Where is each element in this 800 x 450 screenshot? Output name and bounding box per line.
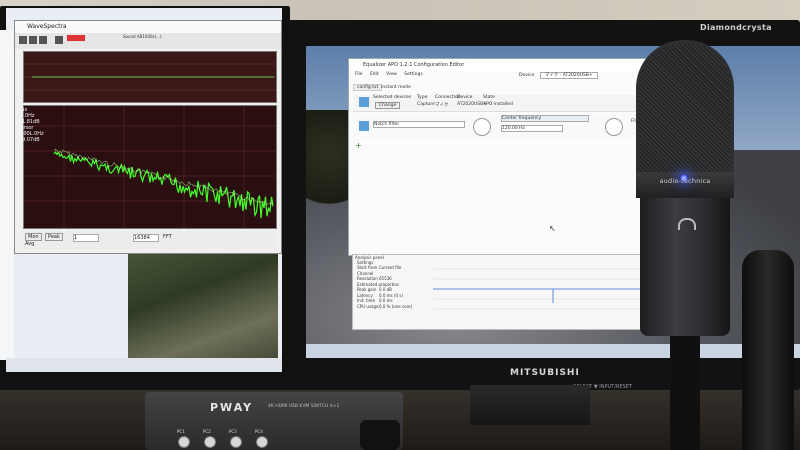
monitor-stand <box>470 385 590 425</box>
spectrum-plot <box>23 105 277 229</box>
play-icon[interactable] <box>29 36 37 44</box>
menu-file[interactable]: File <box>355 72 363 77</box>
change-button[interactable]: Change <box>375 102 401 109</box>
kvm-button-pc2[interactable] <box>204 436 216 448</box>
left-background-window <box>0 30 14 360</box>
kvm-button-pc1[interactable] <box>178 436 190 448</box>
kvm-brand: PWAY <box>210 401 254 414</box>
equalizer-apo-window[interactable]: Equalizer APO 1.2.1 Configuration Editor… <box>348 58 646 256</box>
headphone-jack-icon <box>678 218 696 230</box>
kvm-button-pc3[interactable] <box>230 436 242 448</box>
kvm-model: 4K HDMI USB KVM SWITCH 4×1 <box>268 404 340 409</box>
avg-label: Avg <box>25 241 35 247</box>
type-value: Capture <box>417 102 435 107</box>
max-cursor-readout: Max 21.0Hz -81.81dB Cursor 1000L.0Hz -99… <box>17 107 47 147</box>
kvm-button-pc4[interactable] <box>256 436 268 448</box>
device-icon <box>359 97 369 107</box>
eapo-menu-bar[interactable]: File Edit View Settings <box>349 71 645 79</box>
peak-button[interactable]: Peak <box>45 233 63 241</box>
wavespectra-window[interactable]: WaveSpectra Sound AB1000s(...) Max 21.0H… <box>14 20 282 254</box>
analysis-values: Current file 65536 0.0 dB 0.0 ms (0 s) 0… <box>379 265 435 309</box>
kvm-label: PC2 <box>203 429 211 434</box>
fft-label: FFT <box>163 234 172 240</box>
filter-row[interactable]: Notch filter Center frequency 120.00 Hz … <box>353 115 643 139</box>
mon-button[interactable]: Mon <box>25 233 42 241</box>
kvm-cable <box>360 420 400 450</box>
device-dropdown[interactable]: マイク - AT2020USB+ <box>539 72 598 79</box>
pause-icon[interactable] <box>39 36 47 44</box>
type-label: Type <box>417 95 428 100</box>
eapo-title: Equalizer APO 1.2.1 Configuration Editor <box>349 59 645 71</box>
state-value: APO installed <box>483 102 513 107</box>
wavespectra-controls[interactable]: Mon Peak Avg 1 16384 FFT <box>23 231 275 249</box>
mic-stand <box>670 330 700 450</box>
state-label: State <box>483 95 495 100</box>
level-meter <box>67 35 85 41</box>
filter-icon <box>359 121 369 131</box>
mitsubishi-logo: MITSUBISHI <box>510 368 580 378</box>
device-label: Device <box>519 73 535 78</box>
fft-size-field[interactable]: 16384 <box>133 234 159 242</box>
menu-edit[interactable]: Edit <box>370 72 379 77</box>
property-value: 0.0 % (one core) <box>379 303 413 309</box>
filter-type-dropdown[interactable]: Notch filter <box>373 121 465 128</box>
menu-view[interactable]: View <box>386 72 397 77</box>
wavespectra-toolbar[interactable]: Sound AB1000s(...) <box>15 33 281 49</box>
gain-knob[interactable] <box>605 118 623 136</box>
device-text: Sound AB1000s(...) <box>123 34 162 39</box>
spectrum-trace <box>53 150 274 219</box>
mouse-cursor-icon: ↖ <box>549 224 556 233</box>
instant-mode-checkbox[interactable]: Instant mode <box>381 85 411 90</box>
average-count-field[interactable]: 1 <box>73 234 99 242</box>
kvm-label: PC1 <box>177 429 185 434</box>
mic-body <box>640 196 730 336</box>
mic-brand-logo: audio-technica <box>659 177 711 185</box>
selected-devices-label: Selected devices <box>373 95 412 100</box>
kvm-label: PC3 <box>229 429 237 434</box>
device-col-label: Device <box>457 95 473 100</box>
connection-value: マイク <box>435 103 449 108</box>
waveform-plot <box>23 51 277 103</box>
left-taskbar <box>6 358 282 372</box>
filter-knob[interactable] <box>473 118 491 136</box>
right-taskbar <box>306 344 800 358</box>
open-icon[interactable] <box>19 36 27 44</box>
parameter-dropdown[interactable]: Center frequency <box>501 115 589 122</box>
mic-grille <box>636 40 734 190</box>
tab-config[interactable]: config.txt <box>353 84 383 91</box>
spectrum-grid <box>24 106 276 228</box>
desktop-wallpaper-tree <box>306 110 352 220</box>
selected-devices-panel: Selected devices Change Type Capture Con… <box>353 85 643 112</box>
readout-line: -99.07dB <box>17 137 40 143</box>
frequency-field[interactable]: 120.00 Hz <box>501 125 563 132</box>
desktop-wallpaper-left <box>128 240 278 370</box>
add-filter-icon[interactable]: + <box>355 141 362 150</box>
photo-scene: WaveSpectra Sound AB1000s(...) Max 21.0H… <box>0 0 800 450</box>
right-monitor-brand: Diamondcrysta <box>700 23 772 32</box>
kvm-label: PC4 <box>255 429 263 434</box>
menu-settings[interactable]: Settings <box>404 72 422 77</box>
mic-boom-arm <box>742 250 794 450</box>
device-selector[interactable]: Device マイク - AT2020USB+ <box>519 72 598 79</box>
record-icon[interactable] <box>55 36 63 44</box>
wavespectra-title: WaveSpectra <box>15 21 281 33</box>
